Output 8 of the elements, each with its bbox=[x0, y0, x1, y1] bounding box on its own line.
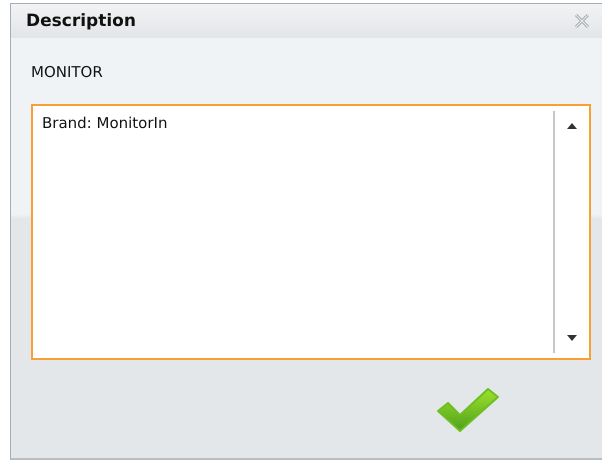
field-value: Brand: MonitorIn bbox=[41, 113, 168, 134]
confirm-button[interactable] bbox=[434, 385, 502, 433]
description-field[interactable]: Brand: MonitorIn bbox=[31, 104, 591, 360]
scroll-down-icon[interactable] bbox=[567, 335, 577, 341]
item-label: MONITOR bbox=[31, 63, 104, 81]
close-icon[interactable] bbox=[574, 13, 590, 29]
window-title: Description bbox=[26, 11, 136, 31]
scroll-up-icon[interactable] bbox=[567, 123, 577, 129]
